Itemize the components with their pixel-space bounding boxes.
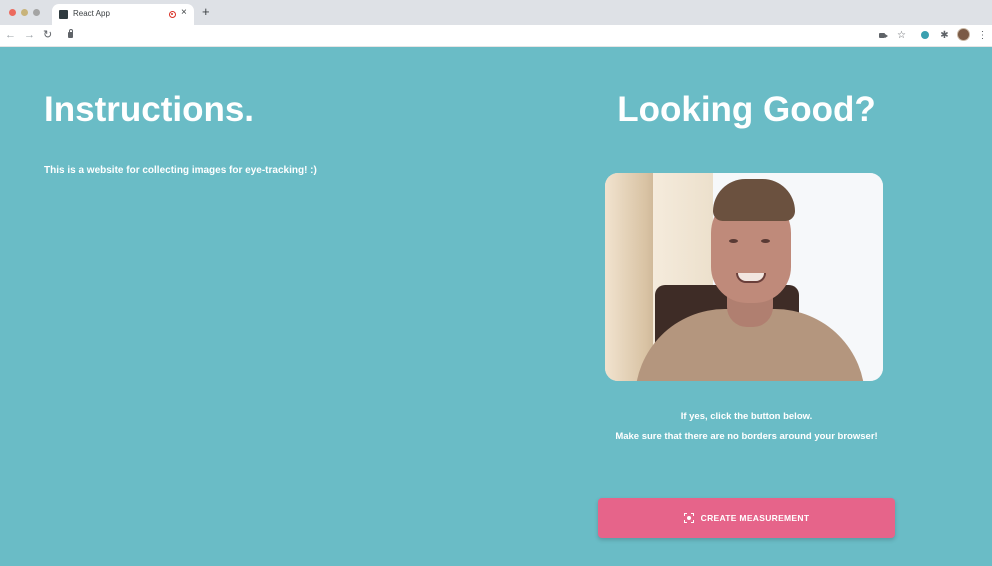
forward-arrow-icon[interactable]: →: [24, 29, 35, 42]
looking-good-heading: Looking Good?: [617, 90, 876, 129]
browser-toolbar: ← → ↻ ☆ ✱ ⋮: [0, 25, 992, 47]
camera-in-use-icon[interactable]: [878, 30, 889, 41]
browser-tab-bar: React App × +: [0, 0, 992, 25]
browser-menu-icon[interactable]: ⋮: [977, 30, 988, 41]
new-tab-button[interactable]: +: [202, 5, 210, 19]
instructions-heading: Instructions.: [44, 90, 255, 129]
browser-tab[interactable]: React App ×: [52, 4, 194, 25]
recording-indicator-icon: [169, 11, 176, 18]
instructions-text: This is a website for collecting images …: [44, 165, 317, 176]
reload-icon[interactable]: ↻: [43, 29, 52, 42]
tab-close-icon[interactable]: ×: [181, 7, 187, 19]
window-minimize-button[interactable]: [21, 9, 28, 16]
bookmark-star-icon[interactable]: ☆: [896, 30, 907, 41]
back-arrow-icon[interactable]: ←: [5, 29, 16, 42]
extensions-puzzle-icon[interactable]: ✱: [939, 30, 950, 41]
tab-title: React App: [73, 9, 110, 18]
lock-icon: [68, 29, 73, 38]
extension-globe-icon[interactable]: [920, 30, 931, 41]
confirm-instruction: If yes, click the button below.: [680, 411, 813, 422]
create-measurement-label: CREATE MEASUREMENT: [700, 513, 810, 523]
create-measurement-button[interactable]: CREATE MEASUREMENT: [598, 498, 895, 538]
webcam-preview: [605, 173, 883, 381]
border-warning: Make sure that there are no borders arou…: [615, 431, 878, 442]
center-focus-icon: [683, 513, 694, 523]
profile-avatar[interactable]: [957, 28, 970, 41]
window-close-button[interactable]: [9, 9, 16, 16]
react-favicon-icon: [59, 10, 68, 19]
window-maximize-button[interactable]: [33, 9, 40, 16]
address-bar[interactable]: [60, 28, 860, 44]
